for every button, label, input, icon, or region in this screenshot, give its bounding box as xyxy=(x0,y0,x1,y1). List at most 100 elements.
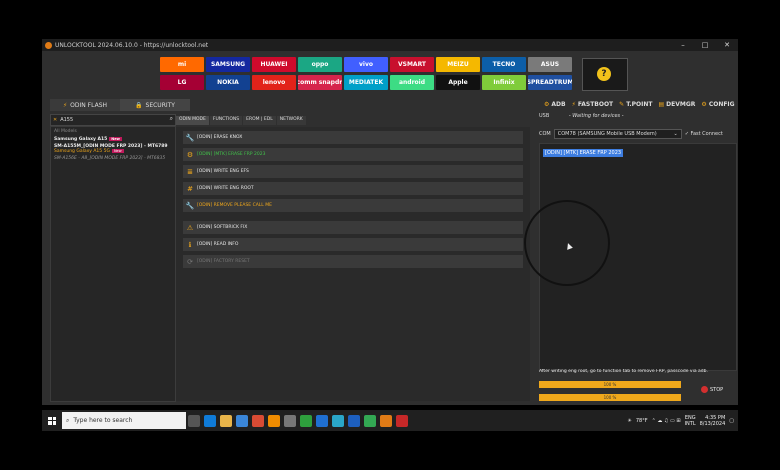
devmgr-button[interactable]: ▤ DEVMGR xyxy=(659,99,696,109)
list-item[interactable]: SM-A155M_[ODIN MODE FRP 2023] - MT6789 Sa… xyxy=(51,143,175,155)
search-icon[interactable]: ⌕ xyxy=(170,115,173,123)
tab-brom-edl[interactable]: EROM | EDL xyxy=(243,116,276,125)
title-bar: UNLOCKTOOL 2024.06.10.0 - https://unlock… xyxy=(42,39,738,51)
app-icon[interactable] xyxy=(396,414,408,427)
app-icon[interactable] xyxy=(332,414,344,427)
adb-button[interactable]: ⚙ ADB xyxy=(544,99,566,109)
tab-odin-flash[interactable]: ⚡ ODIN FLASH xyxy=(50,99,120,111)
function-label: [ODIN] ERASE KNOX xyxy=(197,135,243,140)
app-icon[interactable] xyxy=(300,414,312,427)
minimize-button[interactable]: – xyxy=(672,39,694,51)
list-item[interactable]: Samsung Galaxy A15 New xyxy=(51,136,175,143)
gear-icon: ⚙ xyxy=(186,150,194,159)
app-logo-icon xyxy=(45,41,52,49)
brand-button[interactable]: ASUS xyxy=(528,57,572,72)
brand-button[interactable]: lenovo xyxy=(252,75,296,90)
brand-button[interactable]: android xyxy=(390,75,434,90)
flash-icon: ⚡ xyxy=(62,101,68,109)
info-panel: ? xyxy=(582,58,628,91)
brand-button[interactable]: Qualcomm snapdragon xyxy=(298,75,342,90)
app-icon[interactable] xyxy=(348,414,360,427)
brand-button[interactable]: LG xyxy=(160,75,204,90)
config-button[interactable]: ⚙ CONFIG xyxy=(701,99,734,109)
function-button[interactable]: ⚙ [ODIN] [MTK] ERASE FRP 2023 xyxy=(183,148,523,161)
function-button[interactable]: ℹ [ODIN] READ INFO xyxy=(183,238,523,251)
window-title: UNLOCKTOOL 2024.06.10.0 - https://unlock… xyxy=(55,41,209,49)
hash-icon: # xyxy=(187,184,193,193)
stop-button[interactable]: STOP xyxy=(701,386,723,393)
edge-icon[interactable] xyxy=(204,414,216,427)
brand-button[interactable]: MEDIATEK xyxy=(344,75,388,90)
hint-text: After writing eng root, go to function t… xyxy=(539,369,708,374)
app-icon[interactable] xyxy=(316,414,328,427)
start-button[interactable] xyxy=(42,410,62,431)
brand-button[interactable]: SAMSUNG xyxy=(206,57,250,72)
function-panel: 🔧 [ODIN] ERASE KNOX ⚙ [ODIN] [MTK] ERASE FR… xyxy=(176,127,530,401)
tab-security[interactable]: 🔒 SECURITY xyxy=(120,99,190,111)
devmgr-icon: ▤ xyxy=(658,100,665,108)
function-button[interactable]: ≣ [ODIN] WRITE ENG EFS xyxy=(183,165,523,178)
language-indicator[interactable]: ENG INTL xyxy=(685,415,696,427)
fast-connect-checkbox[interactable]: ✓ Fast Connect xyxy=(685,131,723,137)
function-button[interactable]: ⚠ [ODIN] SOFTBRICK FIX xyxy=(183,221,523,234)
system-tray: ☀ 78°F ⌃ ☁ ♫ ▭ ⊞ ENG INTL 4:35 PM 8/13/202… xyxy=(627,414,734,427)
progress-bar-1: 100 % xyxy=(539,381,681,388)
mail-icon[interactable] xyxy=(236,414,248,427)
vlc-icon[interactable] xyxy=(268,414,280,427)
wrench-icon: 🔧 xyxy=(185,201,195,210)
com-port-select[interactable]: COM78 (SAMSUNG Mobile USB Modem) ⌄ xyxy=(553,129,682,139)
tpoint-button[interactable]: ✎ T.POINT xyxy=(619,99,652,109)
list-item-all-models[interactable]: All Models xyxy=(51,127,175,136)
model-search-input[interactable]: ✕ A155 ⌕ xyxy=(50,114,176,126)
maximize-button[interactable]: □ xyxy=(694,39,716,51)
config-icon: ⚙ xyxy=(701,100,707,108)
function-button[interactable]: 🔧 [ODIN] REMOVE PLEASE CALL ME xyxy=(183,199,523,212)
brand-button[interactable]: Apple xyxy=(436,75,480,90)
progress-bar-2: 100 % xyxy=(539,394,681,401)
brand-button[interactable]: VSMART xyxy=(390,57,434,72)
com-row: COM COM78 (SAMSUNG Mobile USB Modem) ⌄ ✓ … xyxy=(539,129,723,139)
unlocktool-window: UNLOCKTOOL 2024.06.10.0 - https://unlock… xyxy=(42,39,738,405)
close-button[interactable]: ✕ xyxy=(716,39,738,51)
info-icon: ℹ xyxy=(188,240,192,249)
task-view-icon[interactable] xyxy=(188,414,200,427)
tab-odin-mode[interactable]: ODIN MODE xyxy=(176,116,209,125)
settings-icon[interactable] xyxy=(284,414,296,427)
list-item[interactable]: SM-A156E - A8_[ODIN MODE FRP 2023] - MT6… xyxy=(51,155,175,162)
function-label: [ODIN] REMOVE PLEASE CALL ME xyxy=(197,203,272,208)
tab-functions[interactable]: FUNCTIONS xyxy=(209,116,243,125)
file-explorer-icon[interactable] xyxy=(220,414,232,427)
brand-button[interactable]: TECNO xyxy=(482,57,526,72)
tab-network[interactable]: NETWORK xyxy=(276,116,306,125)
help-icon[interactable]: ? xyxy=(597,67,611,81)
taskbar-search-input[interactable]: ⌕ Type here to search xyxy=(62,412,186,429)
log-highlight: [ODIN] [MTK] ERASE FRP 2023 xyxy=(543,149,624,157)
brand-button[interactable]: mi xyxy=(160,57,204,72)
unlocktool-taskbar-icon[interactable] xyxy=(380,414,392,427)
brand-grid: mi SAMSUNG HUAWEI oppo vivo VSMART MEIZU TECNO A… xyxy=(160,57,574,93)
clear-icon[interactable]: ✕ xyxy=(53,117,57,123)
function-tabs: ODIN MODE FUNCTIONS EROM | EDL NETWORK xyxy=(176,116,307,125)
brand-button[interactable]: MEIZU xyxy=(436,57,480,72)
brand-button[interactable]: NOKIA xyxy=(206,75,250,90)
brand-button[interactable]: HUAWEI xyxy=(252,57,296,72)
window-controls: – □ ✕ xyxy=(672,39,738,51)
taskbar: ⌕ Type here to search ☀ 78°F ⌃ ☁ ♫ ▭ ⊞ E… xyxy=(42,410,738,431)
warning-icon: ⚠ xyxy=(186,223,194,232)
brand-button[interactable]: Infinix xyxy=(482,75,526,90)
brand-button[interactable]: vivo xyxy=(344,57,388,72)
notification-icon[interactable]: ▢ xyxy=(729,418,734,424)
brand-button[interactable]: oppo xyxy=(298,57,342,72)
app-icon[interactable] xyxy=(364,414,376,427)
function-button[interactable]: ⟳ [ODIN] FACTORY RESET xyxy=(183,255,523,268)
usb-row: USB - Waiting for devices - xyxy=(539,113,624,119)
function-button[interactable]: 🔧 [ODIN] ERASE KNOX xyxy=(183,131,523,144)
fastboot-button[interactable]: ⚡ FASTBOOT xyxy=(572,99,614,109)
chrome-icon[interactable] xyxy=(252,414,264,427)
clock[interactable]: 4:35 PM 8/13/2024 xyxy=(700,415,726,427)
main-tabs: ⚡ ODIN FLASH 🔒 SECURITY xyxy=(50,99,190,111)
weather-icon[interactable]: ☀ xyxy=(627,418,631,424)
brand-button[interactable]: SPREADTRUM xyxy=(528,75,572,90)
function-button[interactable]: # [ODIN] WRITE ENG ROOT xyxy=(183,182,523,195)
tray-icons[interactable]: ⌃ ☁ ♫ ▭ ⊞ xyxy=(652,418,681,424)
